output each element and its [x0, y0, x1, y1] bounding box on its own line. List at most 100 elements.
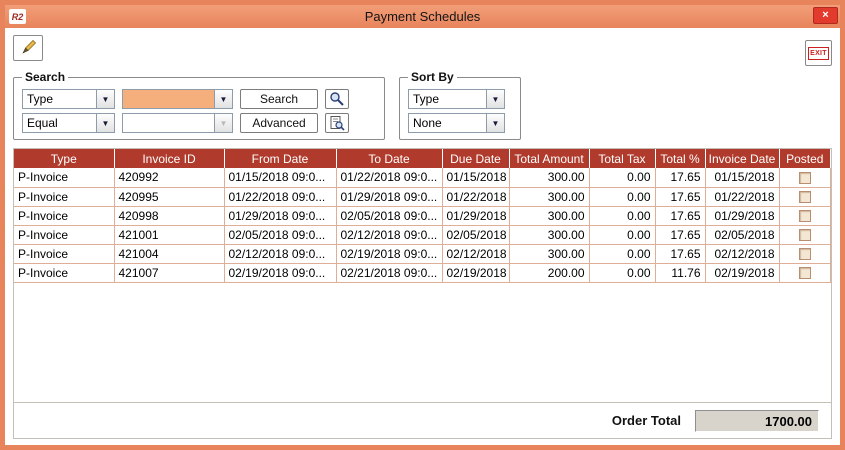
cell-to-date: 02/05/2018 09:0... [336, 206, 442, 225]
posted-checkbox[interactable] [799, 248, 811, 260]
sort-secondary-combo[interactable]: None ▼ [408, 113, 505, 133]
search-operator-value: Equal [22, 113, 96, 133]
exit-label: EXIT [808, 47, 829, 60]
invoice-row[interactable]: P-Invoice 420998 01/29/2018 09:0... 02/0… [14, 206, 831, 225]
cell-invoice-id: 420992 [114, 168, 224, 187]
cell-total-pct: 17.65 [655, 225, 705, 244]
invoice-table-body: P-Invoice 420992 01/15/2018 09:0... 01/2… [14, 168, 831, 282]
cell-total-pct: 17.65 [655, 187, 705, 206]
column-header-type[interactable]: Type [14, 149, 114, 168]
chevron-down-icon[interactable]: ▼ [96, 113, 115, 133]
chevron-down-icon[interactable]: ▼ [214, 89, 233, 109]
search-row-2: Equal ▼ ▼ Advanced [22, 113, 376, 133]
cell-total-amount: 300.00 [509, 206, 589, 225]
advanced-button[interactable]: Advanced [240, 113, 318, 133]
invoice-row[interactable]: P-Invoice 420995 01/22/2018 09:0... 01/2… [14, 187, 831, 206]
cell-total-amount: 300.00 [509, 168, 589, 187]
invoice-row[interactable]: P-Invoice 421004 02/12/2018 09:0... 02/1… [14, 244, 831, 263]
column-header-due-date[interactable]: Due Date [442, 149, 509, 168]
cell-from-date: 02/12/2018 09:0... [224, 244, 336, 263]
table-header-row: TypeInvoice IDFrom DateTo DateDue DateTo… [14, 149, 831, 168]
sort-primary-value: Type [408, 89, 486, 109]
cell-to-date: 02/12/2018 09:0... [336, 225, 442, 244]
cell-total-pct: 17.65 [655, 244, 705, 263]
cell-type: P-Invoice [14, 206, 114, 225]
invoice-row[interactable]: P-Invoice 420992 01/15/2018 09:0... 01/2… [14, 168, 831, 187]
cell-total-pct: 17.65 [655, 168, 705, 187]
exit-button[interactable]: EXIT [805, 40, 832, 66]
search-value-input[interactable] [122, 89, 214, 109]
column-header-total-amount[interactable]: Total Amount [509, 149, 589, 168]
search-lookup-button[interactable] [325, 89, 349, 109]
cell-invoice-date: 02/19/2018 [705, 263, 779, 282]
column-header-invoice-date[interactable]: Invoice Date [705, 149, 779, 168]
advanced-search-button[interactable] [325, 113, 349, 133]
order-total-bar: Order Total 1700.00 [14, 402, 831, 438]
toolbar: EXIT [5, 28, 840, 68]
cell-posted [779, 187, 831, 206]
cell-invoice-date: 01/22/2018 [705, 187, 779, 206]
cell-type: P-Invoice [14, 168, 114, 187]
search-value2-input [122, 113, 214, 133]
chevron-down-icon[interactable]: ▼ [486, 113, 505, 133]
search-legend: Search [22, 70, 68, 84]
order-total-value: 1700.00 [695, 410, 819, 432]
sort-primary-combo[interactable]: Type ▼ [408, 89, 505, 109]
column-header-total-tax[interactable]: Total Tax [589, 149, 655, 168]
posted-checkbox[interactable] [799, 267, 811, 279]
search-button[interactable]: Search [240, 89, 318, 109]
posted-checkbox[interactable] [799, 229, 811, 241]
cell-due-date: 02/12/2018 [442, 244, 509, 263]
order-total-label: Order Total [612, 413, 681, 428]
close-button[interactable]: × [813, 7, 838, 24]
cell-invoice-date: 02/12/2018 [705, 244, 779, 263]
cell-from-date: 01/22/2018 09:0... [224, 187, 336, 206]
search-value-combo[interactable]: ▼ [122, 89, 233, 109]
column-header-to-date[interactable]: To Date [336, 149, 442, 168]
chevron-down-icon[interactable]: ▼ [96, 89, 115, 109]
chevron-down-icon[interactable]: ▼ [486, 89, 505, 109]
cell-type: P-Invoice [14, 225, 114, 244]
sort-row-2: None ▼ [408, 113, 512, 133]
cell-to-date: 01/22/2018 09:0... [336, 168, 442, 187]
cell-invoice-id: 420998 [114, 206, 224, 225]
search-row-1: Type ▼ ▼ Search [22, 89, 376, 109]
posted-checkbox[interactable] [799, 191, 811, 203]
cell-to-date: 02/19/2018 09:0... [336, 244, 442, 263]
magnifier-icon [329, 91, 345, 107]
advanced-search-icon [329, 115, 345, 131]
edit-button[interactable] [13, 35, 43, 61]
cell-total-amount: 300.00 [509, 187, 589, 206]
chevron-down-icon: ▼ [214, 113, 233, 133]
cell-to-date: 01/29/2018 09:0... [336, 187, 442, 206]
cell-type: P-Invoice [14, 263, 114, 282]
cell-total-amount: 300.00 [509, 225, 589, 244]
cell-from-date: 02/19/2018 09:0... [224, 263, 336, 282]
invoice-row[interactable]: P-Invoice 421007 02/19/2018 09:0... 02/2… [14, 263, 831, 282]
cell-from-date: 01/29/2018 09:0... [224, 206, 336, 225]
posted-checkbox[interactable] [799, 210, 811, 222]
cell-posted [779, 168, 831, 187]
cell-invoice-id: 421007 [114, 263, 224, 282]
search-operator-combo[interactable]: Equal ▼ [22, 113, 115, 133]
cell-posted [779, 206, 831, 225]
grid-panel: TypeInvoice IDFrom DateTo DateDue DateTo… [13, 148, 832, 439]
posted-checkbox[interactable] [799, 172, 811, 184]
column-header-posted[interactable]: Posted [779, 149, 831, 168]
cell-invoice-id: 420995 [114, 187, 224, 206]
cell-invoice-id: 421001 [114, 225, 224, 244]
invoice-row[interactable]: P-Invoice 421001 02/05/2018 09:0... 02/1… [14, 225, 831, 244]
cell-total-tax: 0.00 [589, 263, 655, 282]
cell-invoice-date: 01/15/2018 [705, 168, 779, 187]
table-empty-area [14, 283, 831, 403]
search-field-combo[interactable]: Type ▼ [22, 89, 115, 109]
pencil-icon [19, 39, 37, 57]
column-header-total[interactable]: Total % [655, 149, 705, 168]
column-header-from-date[interactable]: From Date [224, 149, 336, 168]
cell-total-amount: 300.00 [509, 244, 589, 263]
payment-schedules-window: R2 Payment Schedules × EXIT Search Type [0, 0, 845, 450]
sort-row-1: Type ▼ [408, 89, 512, 109]
column-header-invoice-id[interactable]: Invoice ID [114, 149, 224, 168]
invoice-table: TypeInvoice IDFrom DateTo DateDue DateTo… [14, 149, 831, 283]
sortby-groupbox: Sort By Type ▼ None ▼ [399, 70, 521, 140]
